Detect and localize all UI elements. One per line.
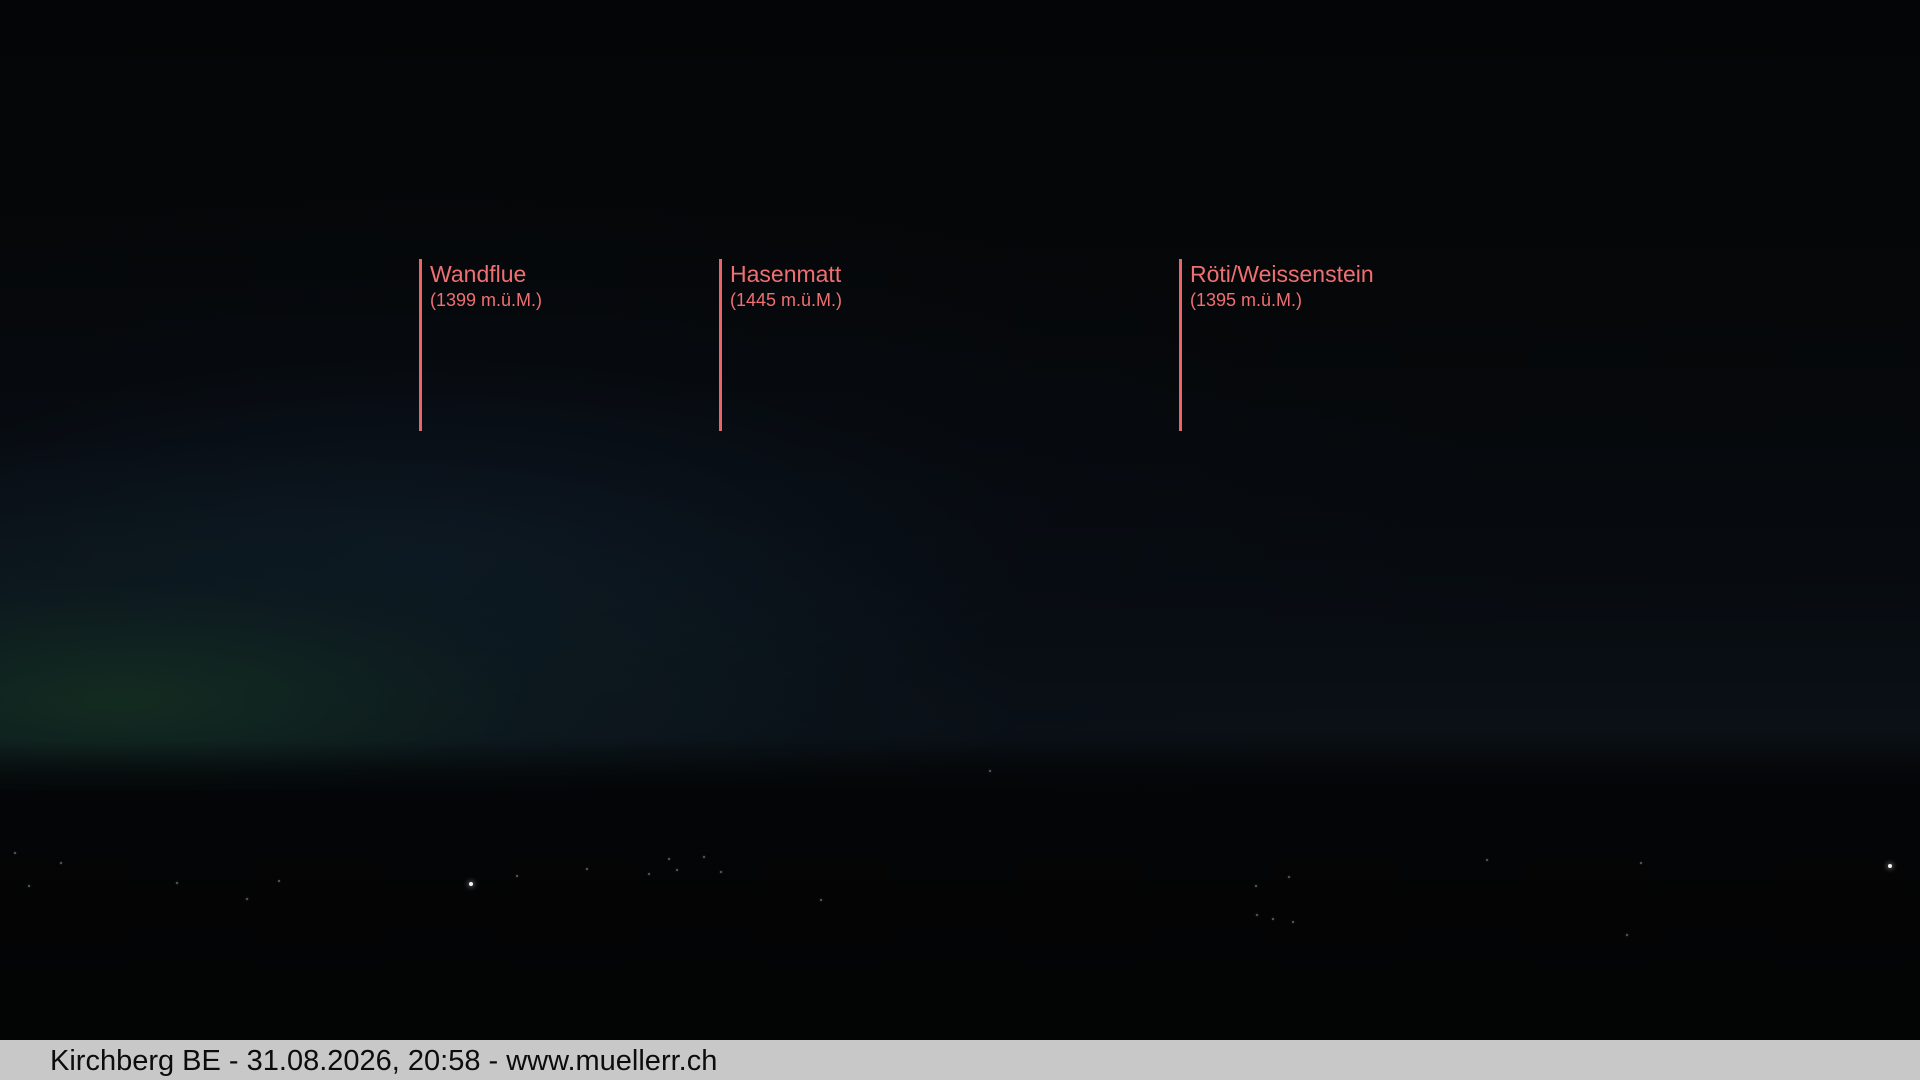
village-light (1486, 859, 1488, 861)
village-light (1292, 921, 1294, 923)
village-light (14, 852, 16, 854)
village-light (1256, 914, 1258, 916)
village-light (820, 899, 822, 901)
village-light (246, 898, 248, 900)
dark-landscape (0, 790, 1920, 1040)
village-light (676, 869, 678, 871)
webcam-image: Wandflue (1399 m.ü.M.) Hasenmatt (1445 m… (0, 0, 1920, 1080)
village-light (1626, 934, 1628, 936)
village-light (703, 856, 705, 858)
village-light (176, 882, 178, 884)
village-light (278, 880, 280, 882)
village-light (60, 862, 62, 864)
village-light (1255, 885, 1257, 887)
village-light (469, 882, 473, 886)
peak-name: Wandflue (430, 261, 527, 287)
village-light (28, 885, 30, 887)
village-light (989, 770, 991, 772)
village-light (586, 868, 588, 870)
peak-elevation: (1399 m.ü.M.) (430, 290, 543, 310)
peak-marker-line (419, 259, 422, 431)
village-light (1288, 876, 1290, 878)
peak-name: Röti/Weissenstein (1190, 261, 1374, 287)
village-light (648, 873, 650, 875)
peak-elevation: (1395 m.ü.M.) (1190, 290, 1303, 310)
village-light (720, 871, 722, 873)
peak-marker-line (1179, 259, 1182, 431)
village-light (1640, 862, 1642, 864)
caption-bar: Kirchberg BE - 31.08.2026, 20:58 - www.m… (0, 1040, 1920, 1080)
village-light (668, 858, 670, 860)
village-light (516, 875, 518, 877)
peak-name: Hasenmatt (730, 261, 842, 287)
village-light (1272, 918, 1274, 920)
peak-marker-line (719, 259, 722, 431)
village-light (1888, 864, 1892, 868)
peak-elevation: (1445 m.ü.M.) (730, 290, 843, 310)
caption-text: Kirchberg BE - 31.08.2026, 20:58 - www.m… (50, 1045, 718, 1077)
